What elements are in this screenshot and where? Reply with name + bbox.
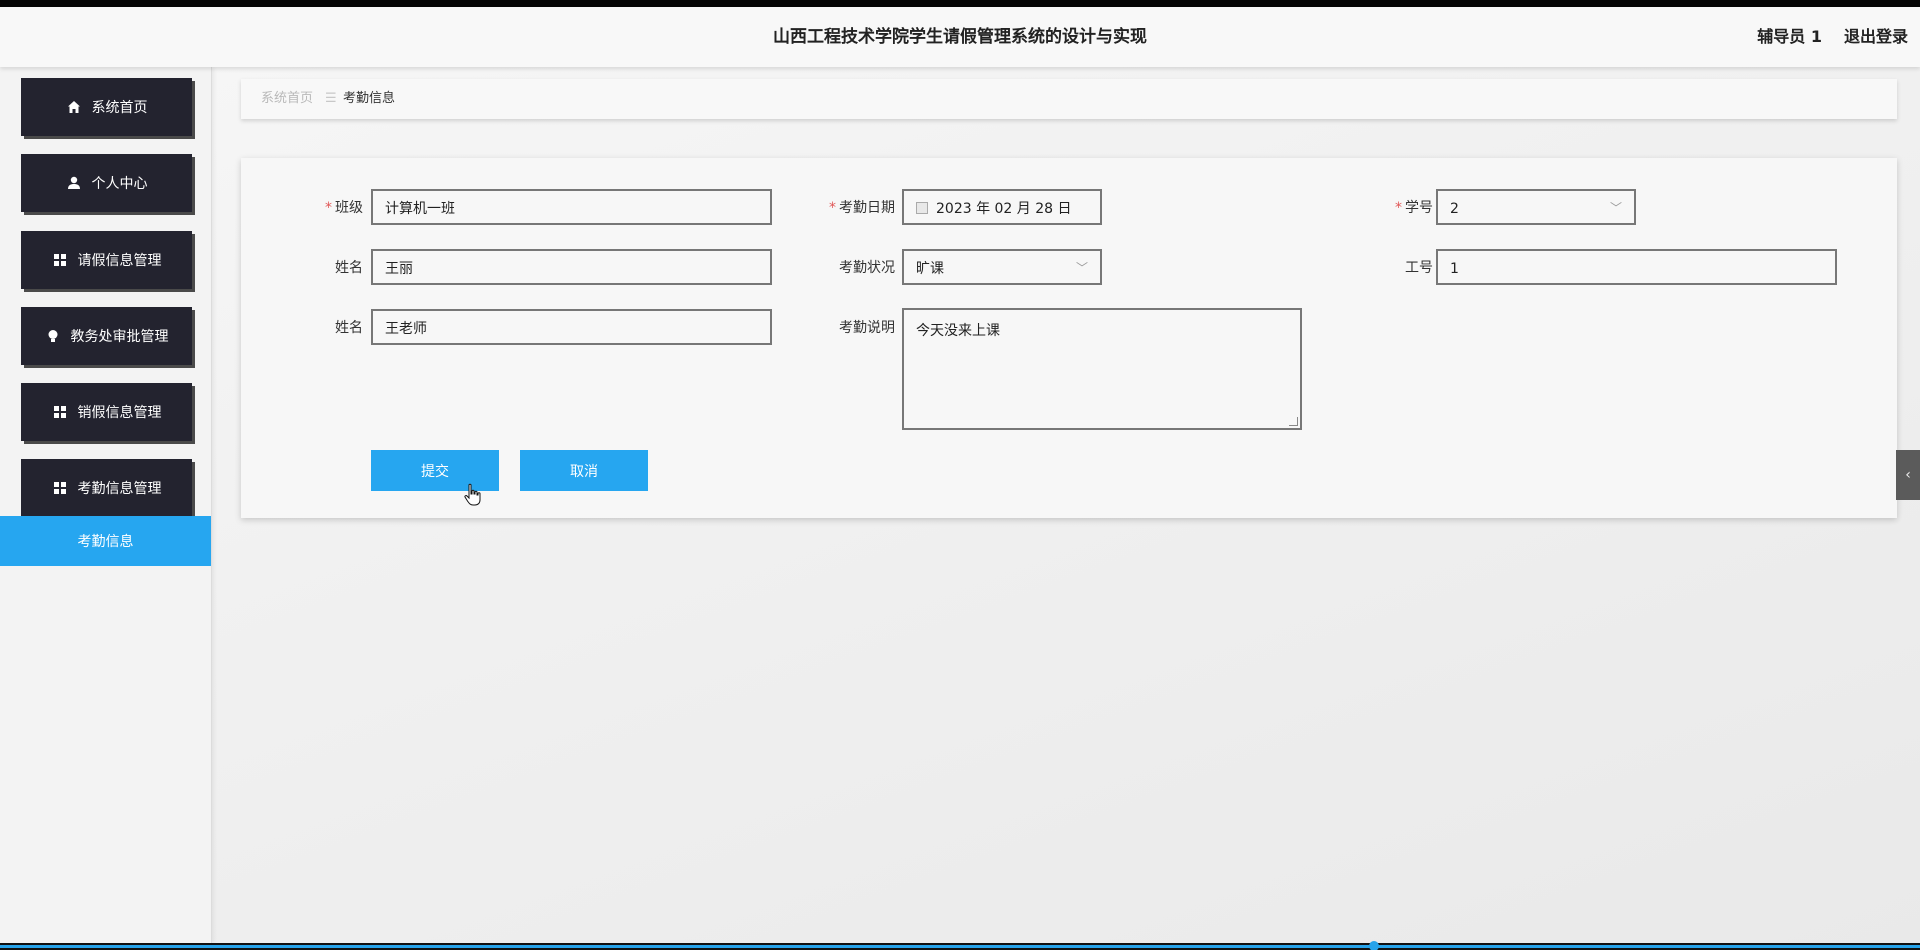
attendance-status-value: 旷课 xyxy=(916,261,944,277)
class-input[interactable]: 计算机一班 xyxy=(371,189,772,225)
attendance-note-value: 今天没来上课 xyxy=(916,323,1000,339)
name-label: 姓名 xyxy=(335,260,363,276)
hand-cursor-icon xyxy=(464,483,481,506)
required-mark: * xyxy=(325,200,332,216)
sidebar-item-cancel-leave-management[interactable]: 销假信息管理 xyxy=(21,383,192,441)
sidebar-subitem-attendance-info[interactable]: 考勤信息 xyxy=(0,516,211,566)
student-no-select[interactable]: 2 ﹀ xyxy=(1436,189,1636,225)
page-title: 山西工程技术学院学生请假管理系统的设计与实现 xyxy=(773,27,1147,47)
class-label-text: 班级 xyxy=(335,200,363,216)
sidebar: 系统首页 个人中心 请假信息管理 教务处审批管理 销假信息管理 考勤信息管理 考… xyxy=(0,67,212,943)
student-no-label: * 学号 xyxy=(1371,198,1433,218)
required-mark: * xyxy=(829,200,836,216)
sidebar-item-label: 考勤信息管理 xyxy=(77,481,162,497)
staff-no-input[interactable]: 1 xyxy=(1436,249,1837,285)
attendance-date-input[interactable]: 2023 年 02 月 28 日 xyxy=(902,189,1102,225)
teacher-name-label: 姓名 xyxy=(335,320,363,336)
progress-handle[interactable] xyxy=(1369,941,1379,950)
video-progress-bar[interactable] xyxy=(0,945,1920,948)
grid-icon xyxy=(52,252,68,268)
teacher-name-input[interactable]: 王老师 xyxy=(371,309,772,345)
sidebar-item-label: 个人中心 xyxy=(91,176,148,192)
header: 山西工程技术学院学生请假管理系统的设计与实现 辅导员 1 退出登录 xyxy=(0,7,1920,67)
breadcrumb-current: 考勤信息 xyxy=(343,91,396,106)
breadcrumb-home[interactable]: 系统首页 xyxy=(261,79,313,119)
bulb-icon xyxy=(45,328,61,344)
student-name-input[interactable]: 王丽 xyxy=(371,249,772,285)
sidebar-item-profile[interactable]: 个人中心 xyxy=(21,154,192,212)
student-no-value: 2 xyxy=(1450,201,1459,217)
sidebar-item-leave-management[interactable]: 请假信息管理 xyxy=(21,231,192,289)
top-strip xyxy=(0,0,1920,7)
attendance-note-textarea[interactable]: 今天没来上课 xyxy=(902,308,1302,430)
chevron-down-icon: ﹀ xyxy=(1609,201,1622,215)
user-icon xyxy=(66,175,82,191)
attendance-form: * 班级 计算机一班 * 考勤日期 2023 年 02 月 28 日 * 学号 2 ﹀ … xyxy=(241,158,1897,518)
app-window: 山西工程技术学院学生请假管理系统的设计与实现 辅导员 1 退出登录 系统首页 个… xyxy=(0,0,1920,950)
sidebar-item-label: 请假信息管理 xyxy=(77,253,162,269)
sidebar-item-label: 系统首页 xyxy=(91,100,148,116)
required-mark: * xyxy=(1395,200,1402,216)
grid-icon xyxy=(52,404,68,420)
sidebar-item-label: 销假信息管理 xyxy=(77,405,162,421)
attendance-note-label: 考勤说明 xyxy=(839,320,895,336)
calendar-icon xyxy=(916,202,928,214)
attendance-status-label: 考勤状况 xyxy=(839,260,895,276)
cancel-button[interactable]: 取消 xyxy=(520,450,648,491)
collapse-panel-tab[interactable]: ‹ xyxy=(1896,450,1920,500)
chevron-down-icon: ﹀ xyxy=(1075,261,1088,275)
home-icon xyxy=(66,99,82,115)
sidebar-item-home[interactable]: 系统首页 xyxy=(21,78,192,136)
attendance-status-select[interactable]: 旷课 ﹀ xyxy=(902,249,1102,285)
chevron-left-icon: ‹ xyxy=(1905,467,1911,483)
attendance-date-value: 2023 年 02 月 28 日 xyxy=(936,201,1072,217)
current-user: 辅导员 1 xyxy=(1757,27,1822,46)
sidebar-item-approval-management[interactable]: 教务处审批管理 xyxy=(21,307,192,365)
sidebar-item-label: 教务处审批管理 xyxy=(70,329,169,345)
sidebar-item-attendance-management[interactable]: 考勤信息管理 xyxy=(21,459,192,517)
staff-no-label: 工号 xyxy=(1405,260,1433,276)
attendance-date-label-text: 考勤日期 xyxy=(839,200,895,216)
attendance-date-label: * 考勤日期 xyxy=(811,198,895,218)
resize-handle[interactable] xyxy=(1289,417,1298,426)
breadcrumb-separator: ☰ xyxy=(325,91,337,106)
class-label: * 班级 xyxy=(301,198,363,218)
student-no-label-text: 学号 xyxy=(1405,200,1433,216)
grid-icon xyxy=(52,480,68,496)
breadcrumb: 系统首页 ☰ 考勤信息 xyxy=(241,79,1897,119)
logout-link[interactable]: 退出登录 xyxy=(1844,7,1908,67)
